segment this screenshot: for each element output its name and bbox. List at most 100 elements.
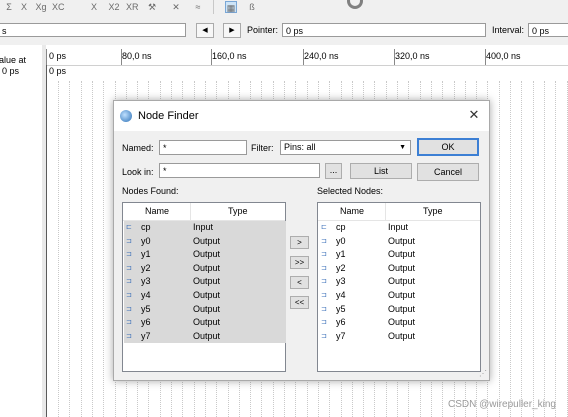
search-field[interactable]: s	[0, 23, 186, 37]
next-transition-button[interactable]: ▶	[223, 23, 241, 38]
time-cursor[interactable]	[46, 65, 47, 417]
nodes-found-list[interactable]: Name Type ⊏ cp Input ⊐ y0 Output ⊐ y1 Output ⊐ y2 O…	[122, 202, 286, 372]
grid-line	[566, 81, 568, 417]
list-header: Name Type	[123, 203, 285, 221]
hammer-icon[interactable]: ⚒	[146, 1, 158, 13]
node-type: Output	[193, 303, 221, 314]
ruler-tick	[46, 49, 47, 65]
output-pin-icon: ⊐	[321, 237, 327, 245]
grid-line	[80, 81, 82, 417]
x-icon[interactable]: X	[88, 1, 100, 13]
grid-line	[543, 81, 545, 417]
interval-field[interactable]: 0 ps	[528, 23, 568, 37]
navigation-row: s ◀ ▶ Pointer: 0 ps Interval: 0 ps	[0, 18, 568, 46]
column-divider[interactable]	[385, 203, 386, 220]
list-item[interactable]: ⊐ y6 Output	[319, 316, 479, 330]
grid-icon[interactable]: ▦	[225, 1, 237, 13]
xnor-icon[interactable]: Xg	[35, 1, 47, 13]
list-item[interactable]: ⊐ y4 Output	[319, 289, 479, 303]
sum-icon[interactable]: Σ	[3, 1, 15, 13]
xor-icon[interactable]: X	[18, 1, 30, 13]
node-finder-dialog: Node Finder ✕ Named: * Filter: Pins: all…	[113, 100, 490, 381]
node-type: Output	[388, 235, 416, 246]
list-item[interactable]: ⊐ y0 Output	[124, 234, 286, 249]
grid-line	[103, 81, 105, 417]
cancel-button[interactable]: Cancel	[417, 163, 479, 181]
list-item[interactable]: ⊐ y1 Output	[124, 248, 286, 262]
column-name-header[interactable]: Name	[340, 206, 364, 216]
node-type: Output	[193, 235, 221, 246]
waveform-icon[interactable]: ≈	[192, 1, 204, 13]
list-item[interactable]: ⊐ y2 Output	[319, 262, 479, 276]
dialog-title: Node Finder	[138, 110, 199, 122]
list-item[interactable]: ⊏ cp Input	[124, 221, 286, 235]
pointer-field[interactable]: 0 ps	[282, 23, 486, 37]
wrench-icon[interactable]: ✕	[170, 1, 182, 13]
xr-icon[interactable]: XR	[126, 1, 139, 13]
filter-select[interactable]: Pins: all ▼	[280, 140, 411, 155]
xc-icon[interactable]: XC	[52, 1, 65, 13]
grid-line	[555, 81, 557, 417]
list-item[interactable]: ⊐ y3 Output	[124, 275, 286, 289]
column-type-header[interactable]: Type	[228, 206, 248, 216]
pointer-label: Pointer:	[247, 25, 279, 35]
output-pin-icon: ⊐	[126, 332, 132, 340]
list-item[interactable]: ⊐ y2 Output	[124, 261, 286, 276]
move-selected-left-button[interactable]: <	[290, 276, 309, 289]
previous-transition-button[interactable]: ◀	[196, 23, 214, 38]
list-item[interactable]: ⊐ y4 Output	[124, 289, 286, 303]
list-item[interactable]: ⊐ y0 Output	[319, 235, 479, 249]
browse-button[interactable]: ...	[325, 163, 342, 179]
move-all-left-button[interactable]: <<	[290, 296, 309, 309]
ok-button[interactable]: OK	[417, 138, 479, 156]
node-name: y5	[336, 303, 346, 314]
node-type: Input	[193, 222, 214, 232]
output-pin-icon: ⊐	[126, 292, 132, 299]
node-name: y2	[336, 262, 346, 273]
filter-select-value: Pins: all	[284, 142, 316, 152]
toolbar-separator	[213, 0, 214, 14]
column-name-header[interactable]: Name	[145, 206, 169, 216]
bus-icon[interactable]: ß	[246, 1, 258, 13]
x2-icon[interactable]: X2	[108, 1, 120, 13]
close-icon[interactable]: ✕	[466, 107, 482, 123]
list-item[interactable]: ⊐ y3 Output	[319, 275, 479, 289]
column-divider[interactable]	[190, 203, 191, 220]
look-in-label: Look in:	[122, 167, 154, 177]
output-pin-icon: ⊐	[126, 319, 132, 327]
selected-nodes-label: Selected Nodes:	[317, 186, 384, 196]
selected-nodes-list[interactable]: Name Type ⊏ cp Input ⊐ y0 Output ⊐ y1 Output ⊐ y2 O…	[317, 202, 481, 372]
output-pin-icon: ⊐	[126, 237, 132, 245]
list-item[interactable]: ⊐ y5 Output	[319, 303, 479, 317]
look-in-input[interactable]: *	[159, 163, 320, 178]
list-item[interactable]: ⊐ y6 Output	[124, 316, 286, 330]
node-name: y6	[141, 317, 151, 328]
list-button[interactable]: List	[350, 163, 412, 179]
loading-spinner-icon	[347, 0, 363, 9]
grid-line	[58, 81, 59, 417]
node-name: y3	[336, 276, 346, 287]
list-item[interactable]: ⊐ y1 Output	[319, 248, 479, 262]
resize-grip-icon[interactable]: ⋰	[479, 369, 487, 378]
column-type-header[interactable]: Type	[423, 206, 443, 216]
value-at-header: alue at	[0, 55, 27, 65]
value-at-time: 0 ps	[2, 66, 20, 76]
list-item[interactable]: ⊐ y7 Output	[319, 330, 479, 344]
node-type: Output	[388, 249, 416, 260]
input-pin-icon: ⊏	[126, 224, 132, 231]
node-name: y0	[336, 235, 346, 246]
output-pin-icon: ⊐	[126, 305, 132, 313]
move-selected-right-button[interactable]: >	[290, 236, 309, 249]
named-input[interactable]: *	[159, 140, 247, 155]
app-globe-icon	[120, 110, 132, 122]
list-item[interactable]: ⊏ cp Input	[319, 221, 479, 235]
time-ruler[interactable]: 0 ps 80,0 ns 160,0 ns 240,0 ns 320,0 ns …	[46, 49, 568, 66]
list-item[interactable]: ⊐ y5 Output	[124, 302, 286, 317]
filter-label: Filter:	[251, 143, 274, 153]
grid-line	[69, 81, 71, 417]
node-name: y2	[141, 262, 151, 273]
node-name: cp	[336, 222, 346, 232]
move-all-right-button[interactable]: >>	[290, 256, 309, 269]
node-name: y4	[336, 290, 346, 300]
list-item[interactable]: ⊐ y7 Output	[124, 329, 286, 344]
